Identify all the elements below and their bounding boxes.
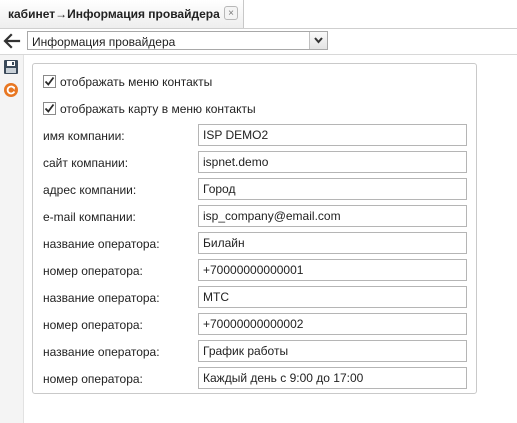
company-site-label: сайт компании: [43, 156, 129, 170]
show-map-checkbox[interactable] [43, 102, 56, 115]
operator-number-input[interactable] [198, 367, 467, 389]
show-map-label: отображать карту в меню контакты [60, 102, 256, 116]
chevron-down-icon[interactable] [309, 32, 327, 49]
company-address-label: адрес компании: [43, 183, 137, 197]
operator-name-input[interactable] [198, 232, 467, 254]
operator-name-label: название оператора: [43, 237, 160, 251]
operator-number-label: номер оператора: [43, 372, 143, 386]
company-email-label: e-mail компании: [43, 210, 136, 224]
company-name-label: имя компании: [43, 129, 125, 143]
company-address-input[interactable] [198, 178, 467, 200]
show-contacts-menu-checkbox[interactable] [43, 75, 56, 88]
company-email-input[interactable] [198, 205, 467, 227]
side-toolbar [0, 55, 24, 423]
operator-number-label: номер оператора: [43, 318, 143, 332]
refresh-icon[interactable] [3, 82, 19, 98]
operator-name-label: название оператора: [43, 345, 160, 359]
section-select[interactable]: Информация провайдера [27, 31, 328, 50]
operator-number-label: номер оператора: [43, 264, 143, 278]
provider-info-form: отображать меню контакты отображать карт… [32, 63, 477, 394]
section-select-value: Информация провайдера [32, 35, 176, 49]
tab-provider-info[interactable]: кабинет→Информация провайдера × [0, 0, 244, 28]
close-tab-button[interactable]: × [224, 6, 238, 20]
operator-name-input[interactable] [198, 286, 467, 308]
show-contacts-menu-label: отображать меню контакты [60, 75, 213, 89]
company-name-input[interactable] [198, 124, 467, 146]
operator-name-input[interactable] [198, 340, 467, 362]
arrow-left-icon[interactable] [3, 32, 21, 50]
operator-name-label: название оператора: [43, 291, 160, 305]
toolbar: Информация провайдера [0, 29, 517, 55]
save-icon[interactable] [3, 59, 19, 75]
company-site-input[interactable] [198, 151, 467, 173]
operator-number-input[interactable] [198, 313, 467, 335]
operator-number-input[interactable] [198, 259, 467, 281]
tab-title: кабинет→Информация провайдера [8, 7, 220, 21]
tab-bar: кабинет→Информация провайдера × [0, 0, 517, 29]
